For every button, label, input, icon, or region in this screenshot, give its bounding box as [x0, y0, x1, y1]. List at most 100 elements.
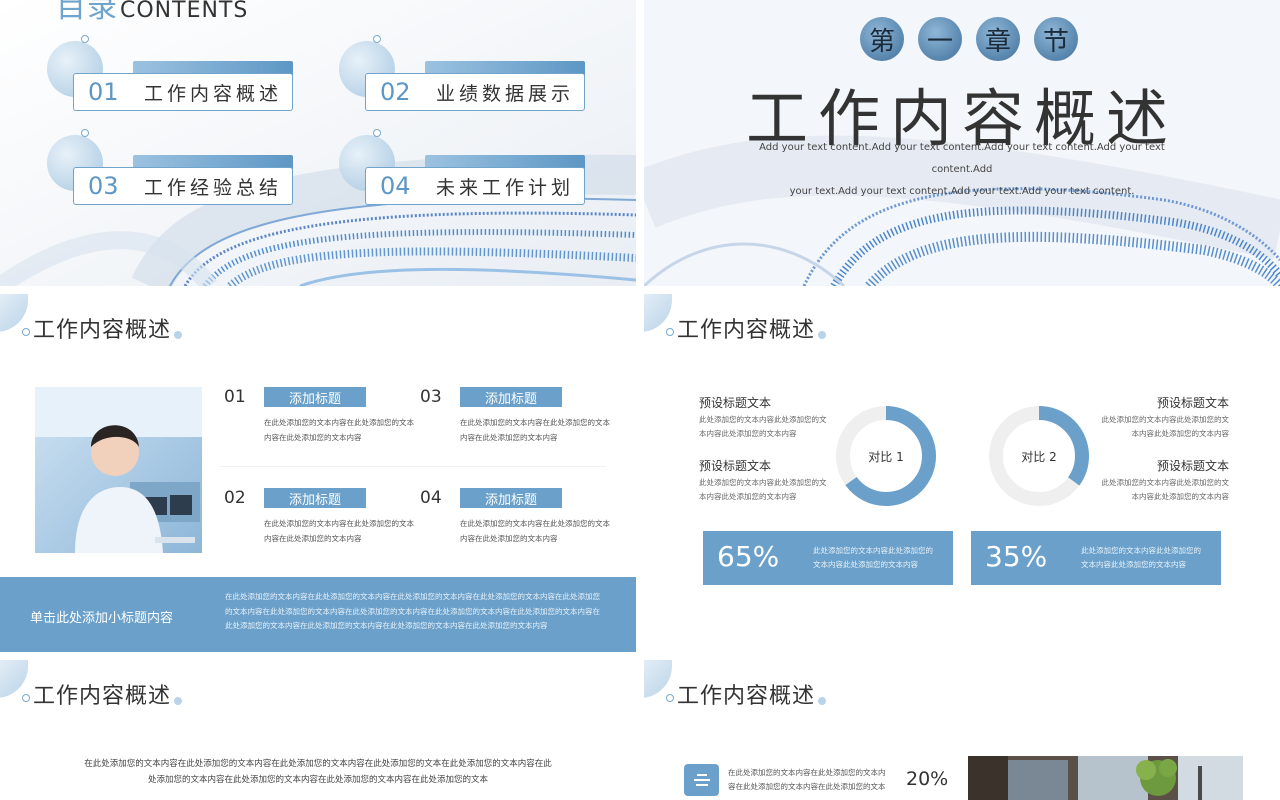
section-title: 工作内容概述 [677, 684, 816, 709]
decor-dot [373, 129, 381, 137]
decor-ring [22, 328, 30, 336]
stat-percent: 35% [985, 540, 1048, 573]
toc-label: 业绩数据展示 [436, 82, 575, 105]
preset-block-right-top: 预设标题文本 此处添加您的文本内容此处添加您的文本内容此处添加您的文本内容 [1099, 394, 1230, 441]
donut-chart-1: 对比 1 [834, 404, 938, 508]
subtitle-band[interactable]: 单击此处添加小标题内容 在此处添加您的文本内容在此处添加您的文本内容在此处添加您… [0, 577, 636, 652]
toc-item-01[interactable]: 01 工作内容概述 [47, 35, 297, 121]
toc-number: 03 [88, 172, 119, 200]
item-number: 03 [420, 387, 442, 407]
stat-text: 此处添加您的文本内容此处添加您的文本内容此处添加您的文本内容 [813, 546, 933, 569]
decor-quarter-circle [644, 660, 672, 698]
item-number: 02 [224, 488, 246, 508]
slide-contents[interactable]: 目录CONTENTS 01 工作内容概述 02 业绩数据展示 03 工作经验总结 [0, 0, 636, 286]
item-title-pill[interactable]: 添加标题 [460, 488, 562, 508]
decor-quarter-circle [644, 294, 672, 332]
stat-text: 此处添加您的文本内容此处添加您的文本内容此处添加您的文本内容 [1081, 546, 1201, 569]
toc-number: 04 [380, 172, 411, 200]
stat-percent: 65% [717, 540, 780, 573]
decor-dot [373, 35, 381, 43]
decor-dot [818, 331, 826, 339]
slide-percent-photo[interactable]: 工作内容概述 在此处添加您的文本内容在此处添加您的文本内容在此处添加您的文本内容… [644, 660, 1280, 800]
toc-item-04[interactable]: 04 未来工作计划 [339, 129, 589, 215]
decor-dot [81, 35, 89, 43]
item-title-pill[interactable]: 添加标题 [460, 387, 562, 407]
section-header: 工作内容概述 [0, 660, 260, 716]
band-text: 在此处添加您的文本内容在此处添加您的文本内容在此处添加您的文本内容在此处添加您的… [225, 592, 600, 630]
item-description: 在此处添加您的文本内容在此处添加您的文本内容在此处添加您的文本内容 [460, 519, 610, 543]
slide-chapter[interactable]: 第 一 章 节 工作内容概述 Add your text content.Add… [644, 0, 1280, 286]
decor-quarter-circle [0, 294, 28, 332]
item-number: 04 [420, 488, 442, 508]
list-item-04[interactable]: 04 添加标题 在此处添加您的文本内容在此处添加您的文本内容在此处添加您的文本内… [420, 488, 620, 558]
section-title: 工作内容概述 [33, 684, 172, 709]
list-item-01[interactable]: 01 添加标题 在此处添加您的文本内容在此处添加您的文本内容在此处添加您的文本内… [224, 387, 424, 457]
chapter-badges: 第 一 章 节 [860, 17, 1078, 61]
item-title-pill[interactable]: 添加标题 [264, 387, 366, 407]
toc-box: 04 未来工作计划 [365, 167, 585, 205]
toc-label: 未来工作计划 [436, 176, 575, 199]
band-subtitle[interactable]: 单击此处添加小标题内容 [30, 607, 173, 626]
item-description: 在此处添加您的文本内容在此处添加您的文本内容在此处添加您的文本内容 [264, 418, 414, 442]
chapter-char: 一 [918, 17, 962, 61]
paragraph-line: 处添加您的文本内容在此处添加您的文本内容在此处添加您的文本内容在此处添加您的文本 [147, 775, 488, 785]
preset-body: 此处添加您的文本内容此处添加您的文本内容此处添加您的文本内容 [699, 415, 827, 438]
subtitle-line: your text.Add your text content.Add your… [789, 186, 1135, 197]
preset-block-right-bottom: 预设标题文本 此处添加您的文本内容此处添加您的文本内容此处添加您的文本内容 [1099, 457, 1230, 504]
donut-label: 对比 2 [1021, 449, 1057, 464]
item-description: 在此处添加您的文本内容在此处添加您的文本内容在此处添加您的文本内容 [460, 418, 610, 442]
item-title-pill[interactable]: 添加标题 [264, 488, 366, 508]
subtitle-line: Add your text content.Add your text cont… [759, 142, 1165, 175]
section-header: 工作内容概述 [0, 294, 260, 350]
chapter-char: 第 [860, 17, 904, 61]
toc-box: 02 业绩数据展示 [365, 73, 585, 111]
slide-comparison[interactable]: 工作内容概述 预设标题文本 此处添加您的文本内容此处添加您的文本内容此处添加您的… [644, 294, 1280, 652]
decor-ring [666, 328, 674, 336]
stat-box-1: 65% 此处添加您的文本内容此处添加您的文本内容此处添加您的文本内容 [703, 531, 953, 585]
section-header: 工作内容概述 [644, 294, 904, 350]
item-description: 在此处添加您的文本内容在此处添加您的文本内容在此处添加您的文本内容 [264, 519, 414, 543]
decor-ring [22, 694, 30, 702]
toc-number: 02 [380, 78, 411, 106]
decor-dot [174, 331, 182, 339]
decor-quarter-circle [0, 660, 28, 698]
toc-item-03[interactable]: 03 工作经验总结 [47, 129, 297, 215]
toc-box: 03 工作经验总结 [73, 167, 293, 205]
preset-heading: 预设标题文本 [699, 459, 772, 473]
paragraph-text: 在此处添加您的文本内容在此处添加您的文本内容在此处添加您的文本内容在此处添加您的… [58, 756, 578, 788]
item-description: 在此处添加您的文本内容在此处添加您的文本内容在此处添加您的文本内容在此处添加您的… [728, 768, 886, 791]
item-percent: 20% [906, 768, 949, 790]
section-title: 工作内容概述 [33, 318, 172, 343]
chapter-char: 章 [976, 17, 1020, 61]
toc-box: 01 工作内容概述 [73, 73, 293, 111]
preset-heading: 预设标题文本 [1156, 396, 1229, 410]
item-number: 01 [224, 387, 246, 407]
slide-text-paragraph[interactable]: 工作内容概述 在此处添加您的文本内容在此处添加您的文本内容在此处添加您的文本内容… [0, 660, 636, 800]
donut-chart-2: 对比 2 [987, 404, 1091, 508]
decor-ring [666, 694, 674, 702]
preset-body: 此处添加您的文本内容此处添加您的文本内容此处添加您的文本内容 [1101, 478, 1230, 501]
decor-dot [81, 129, 89, 137]
office-worker-photo [35, 387, 202, 553]
toc-label: 工作内容概述 [144, 82, 283, 105]
preset-body: 此处添加您的文本内容此处添加您的文本内容此处添加您的文本内容 [1101, 415, 1230, 438]
toc-number: 01 [88, 78, 119, 106]
decor-dot [174, 697, 182, 705]
list-item-03[interactable]: 03 添加标题 在此处添加您的文本内容在此处添加您的文本内容在此处添加您的文本内… [420, 387, 620, 457]
donut-label: 对比 1 [868, 449, 904, 464]
contents-title: 目录CONTENTS [56, 0, 249, 25]
paragraph-line: 在此处添加您的文本内容在此处添加您的文本内容在此处添加您的文本内容在此处添加您的… [84, 759, 552, 769]
toc-label: 工作经验总结 [144, 176, 283, 199]
slide-overview-items[interactable]: 工作内容概述 01 添加标题 在此处添加您的文本内容在此处添加您的文本内容在此处… [0, 294, 636, 652]
section-header: 工作内容概述 [644, 660, 904, 716]
chapter-subtitle: Add your text content.Add your text cont… [734, 137, 1190, 203]
office-plant-photo [968, 756, 1243, 800]
list-lines-icon [684, 764, 719, 796]
toc-item-02[interactable]: 02 业绩数据展示 [339, 35, 589, 121]
preset-heading: 预设标题文本 [1156, 459, 1229, 473]
preset-block-left-top: 预设标题文本 此处添加您的文本内容此处添加您的文本内容此处添加您的文本内容 [699, 394, 829, 441]
list-item-02[interactable]: 02 添加标题 在此处添加您的文本内容在此处添加您的文本内容在此处添加您的文本内… [224, 488, 424, 558]
preset-block-left-bottom: 预设标题文本 此处添加您的文本内容此处添加您的文本内容此处添加您的文本内容 [699, 457, 829, 504]
decor-dot [818, 697, 826, 705]
preset-heading: 预设标题文本 [699, 396, 772, 410]
